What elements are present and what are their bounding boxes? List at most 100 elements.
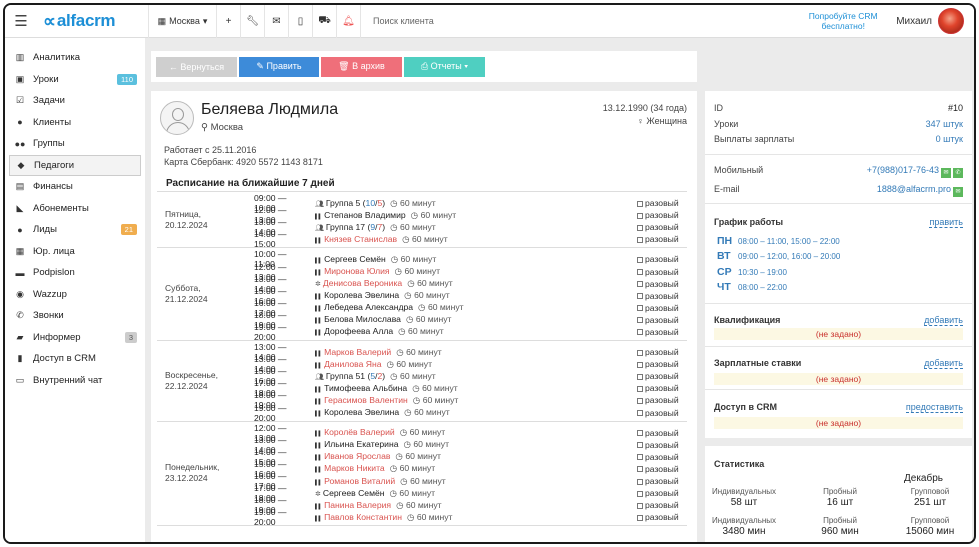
checkbox-icon[interactable]: [637, 397, 643, 404]
checkbox-icon[interactable]: [637, 466, 643, 473]
lesson-row[interactable]: 15:00 — 16:00 👥︎ Группа 51 (5/2) ◷ 60 минут…: [157, 366, 687, 386]
envelope-icon[interactable]: ✉: [265, 5, 289, 38]
student-link[interactable]: Королева Эвелина: [324, 407, 399, 417]
archive-button[interactable]: 🗑 В архив: [321, 56, 402, 77]
one-time-flag[interactable]: разовый: [637, 395, 679, 405]
one-time-flag[interactable]: разовый: [637, 303, 679, 313]
student-link[interactable]: Князев Станислав: [324, 234, 397, 244]
checkbox-icon[interactable]: [637, 281, 643, 288]
student-link[interactable]: Королёв Валерий: [324, 427, 395, 437]
lesson-row[interactable]: 15:00 — 16:00 ▌▌ Марков Никита ◷ 60 минут ра…: [157, 459, 687, 479]
lesson-row[interactable]: 12:00 — 13:00 ▌▌ Королёв Валерий ◷ 60 минут…: [157, 423, 687, 443]
email-link[interactable]: 1888@alfacrm.pro: [877, 184, 951, 194]
one-time-flag[interactable]: разовый: [637, 222, 679, 232]
sidebar-item[interactable]: ☑ Задачи: [5, 90, 145, 112]
sidebar-item[interactable]: ●● Группы: [5, 133, 145, 155]
lesson-row[interactable]: 09:00 — 10:00 👥︎ Группа 5 (10/5) ◷ 60 минут…: [157, 193, 687, 213]
one-time-flag[interactable]: разовый: [637, 476, 679, 486]
student-link[interactable]: Степанов Владимир: [324, 210, 406, 220]
sidebar-item[interactable]: ▰ Информер 3: [5, 327, 145, 349]
student-link[interactable]: Тимофеева Альбина: [324, 383, 407, 393]
student-link[interactable]: Панина Валерия: [324, 500, 391, 510]
sidebar-item[interactable]: ▮ Доступ в CRM: [5, 348, 145, 370]
one-time-flag[interactable]: разовый: [637, 210, 679, 220]
one-time-flag[interactable]: разовый: [637, 327, 679, 337]
lesson-row[interactable]: 19:00 — 20:00 ▌▌ Королева Эвелина ◷ 60 мину…: [157, 403, 687, 423]
checkbox-icon[interactable]: [637, 514, 643, 521]
sidebar-item[interactable]: ▣ Уроки 110: [5, 69, 145, 91]
lesson-row[interactable]: 18:00 — 19:00 ▌▌ Белова Милослава ◷ 60 мину…: [157, 310, 687, 330]
checkbox-icon[interactable]: [637, 442, 643, 449]
one-time-flag[interactable]: разовый: [637, 408, 679, 418]
checkbox-icon[interactable]: [637, 224, 643, 231]
one-time-flag[interactable]: разовый: [637, 371, 679, 381]
one-time-flag[interactable]: разовый: [637, 440, 679, 450]
wrench-icon[interactable]: 🔧︎: [241, 5, 265, 38]
lesson-row[interactable]: 15:00 — 16:00 ▌▌ Королева Эвелина ◷ 60 мину…: [157, 286, 687, 306]
student-link[interactable]: Денисова Вероника: [323, 278, 402, 288]
checkbox-icon[interactable]: [637, 305, 643, 312]
student-link[interactable]: Данилова Яна: [324, 359, 381, 369]
student-link[interactable]: Лебедева Александра: [324, 302, 413, 312]
sidebar-item[interactable]: ◣ Абонементы: [5, 198, 145, 220]
checkbox-icon[interactable]: [637, 478, 643, 485]
lesson-row[interactable]: 16:00 — 17:00 ▌▌ Романов Виталий ◷ 60 минут…: [157, 471, 687, 491]
one-time-flag[interactable]: разовый: [637, 500, 679, 510]
student-link[interactable]: Иванов Ярослав: [324, 451, 390, 461]
student-link[interactable]: Сергеев Семён: [324, 254, 386, 264]
logo[interactable]: ∝ alfacrm: [43, 5, 149, 38]
checkbox-icon[interactable]: [637, 236, 643, 243]
group-link[interactable]: Группа 5: [326, 198, 360, 208]
one-time-flag[interactable]: разовый: [637, 428, 679, 438]
student-link[interactable]: Марков Валерий: [324, 347, 391, 357]
back-button[interactable]: ← Вернуться: [156, 56, 237, 77]
checkbox-icon[interactable]: [637, 502, 643, 509]
sidebar-item[interactable]: ▥ Аналитика: [5, 47, 145, 69]
student-link[interactable]: Дорофеева Алла: [324, 326, 393, 336]
mobile-link[interactable]: +7(988)017-76-43: [867, 165, 939, 175]
lesson-row[interactable]: 13:00 — 14:00 ▌▌ Ильина Екатерина ◷ 60 мину…: [157, 435, 687, 455]
lesson-row[interactable]: 14:00 — 15:00 ▌▌ Князев Станислав ◷ 60 мину…: [157, 229, 687, 249]
sidebar-item[interactable]: ▬ Podpislon: [5, 262, 145, 284]
one-time-flag[interactable]: разовый: [637, 512, 679, 522]
sidebar-item[interactable]: ▭ Внутренний чат: [5, 370, 145, 392]
one-time-flag[interactable]: разовый: [637, 279, 679, 289]
checkbox-icon[interactable]: [637, 212, 643, 219]
lesson-row[interactable]: 19:00 — 20:00 ▌▌ Павлов Константин ◷ 60 мин…: [157, 507, 687, 527]
one-time-flag[interactable]: разовый: [637, 234, 679, 244]
lesson-row[interactable]: 13:00 — 14:00 👥︎ Группа 17 (9/7) ◷ 60 минут…: [157, 217, 687, 237]
one-time-flag[interactable]: разовый: [637, 291, 679, 301]
checkbox-icon[interactable]: [637, 361, 643, 368]
lesson-row[interactable]: 14:00 — 15:00 ▌▌ Иванов Ярослав ◷ 60 минут р…: [157, 447, 687, 467]
phone-icon[interactable]: ✆: [953, 168, 963, 178]
student-link[interactable]: Королева Эвелина: [324, 290, 399, 300]
lesson-row[interactable]: 18:00 — 19:00 ▌▌ Герасимов Валентин ◷ 60 ми…: [157, 390, 687, 410]
checkbox-icon[interactable]: [637, 430, 643, 437]
student-link[interactable]: Павлов Константин: [324, 512, 402, 522]
checkbox-icon[interactable]: [637, 373, 643, 380]
lesson-row[interactable]: 13:00 — 14:00 ▌▌ Марков Валерий ◷ 60 минут р…: [157, 342, 687, 362]
sidebar-item[interactable]: ● Клиенты: [5, 112, 145, 134]
checkbox-icon[interactable]: [637, 385, 643, 392]
checkbox-icon[interactable]: [637, 490, 643, 497]
student-link[interactable]: Ильина Екатерина: [324, 439, 398, 449]
payouts-link[interactable]: 0 штук: [936, 134, 963, 144]
one-time-flag[interactable]: разовый: [637, 383, 679, 393]
checkbox-icon[interactable]: [637, 317, 643, 324]
reports-button[interactable]: ⎙ Отчеты ▾: [404, 56, 485, 77]
checkbox-icon[interactable]: [637, 410, 643, 417]
checkbox-icon[interactable]: [637, 349, 643, 356]
checkbox-icon[interactable]: [637, 200, 643, 207]
menu-icon[interactable]: ☰: [5, 12, 37, 30]
checkbox-icon[interactable]: [637, 293, 643, 300]
sidebar-item[interactable]: ✆ Звонки: [5, 305, 145, 327]
avatar[interactable]: [938, 8, 964, 34]
sms-icon[interactable]: ✉: [941, 168, 951, 178]
lesson-row[interactable]: 17:00 — 18:00 ▌▌ Тимофеева Альбина ◷ 60 мин…: [157, 378, 687, 398]
lesson-row[interactable]: 12:00 — 13:00 ▌▌ Степанов Владимир ◷ 60 мин…: [157, 205, 687, 225]
plus-icon[interactable]: +: [217, 5, 241, 38]
one-time-flag[interactable]: разовый: [637, 488, 679, 498]
student-link[interactable]: Сергеев Семён: [323, 488, 385, 498]
student-link[interactable]: Миронова Юлия: [324, 266, 389, 276]
sidebar-item[interactable]: ◉ Wazzup: [5, 284, 145, 306]
